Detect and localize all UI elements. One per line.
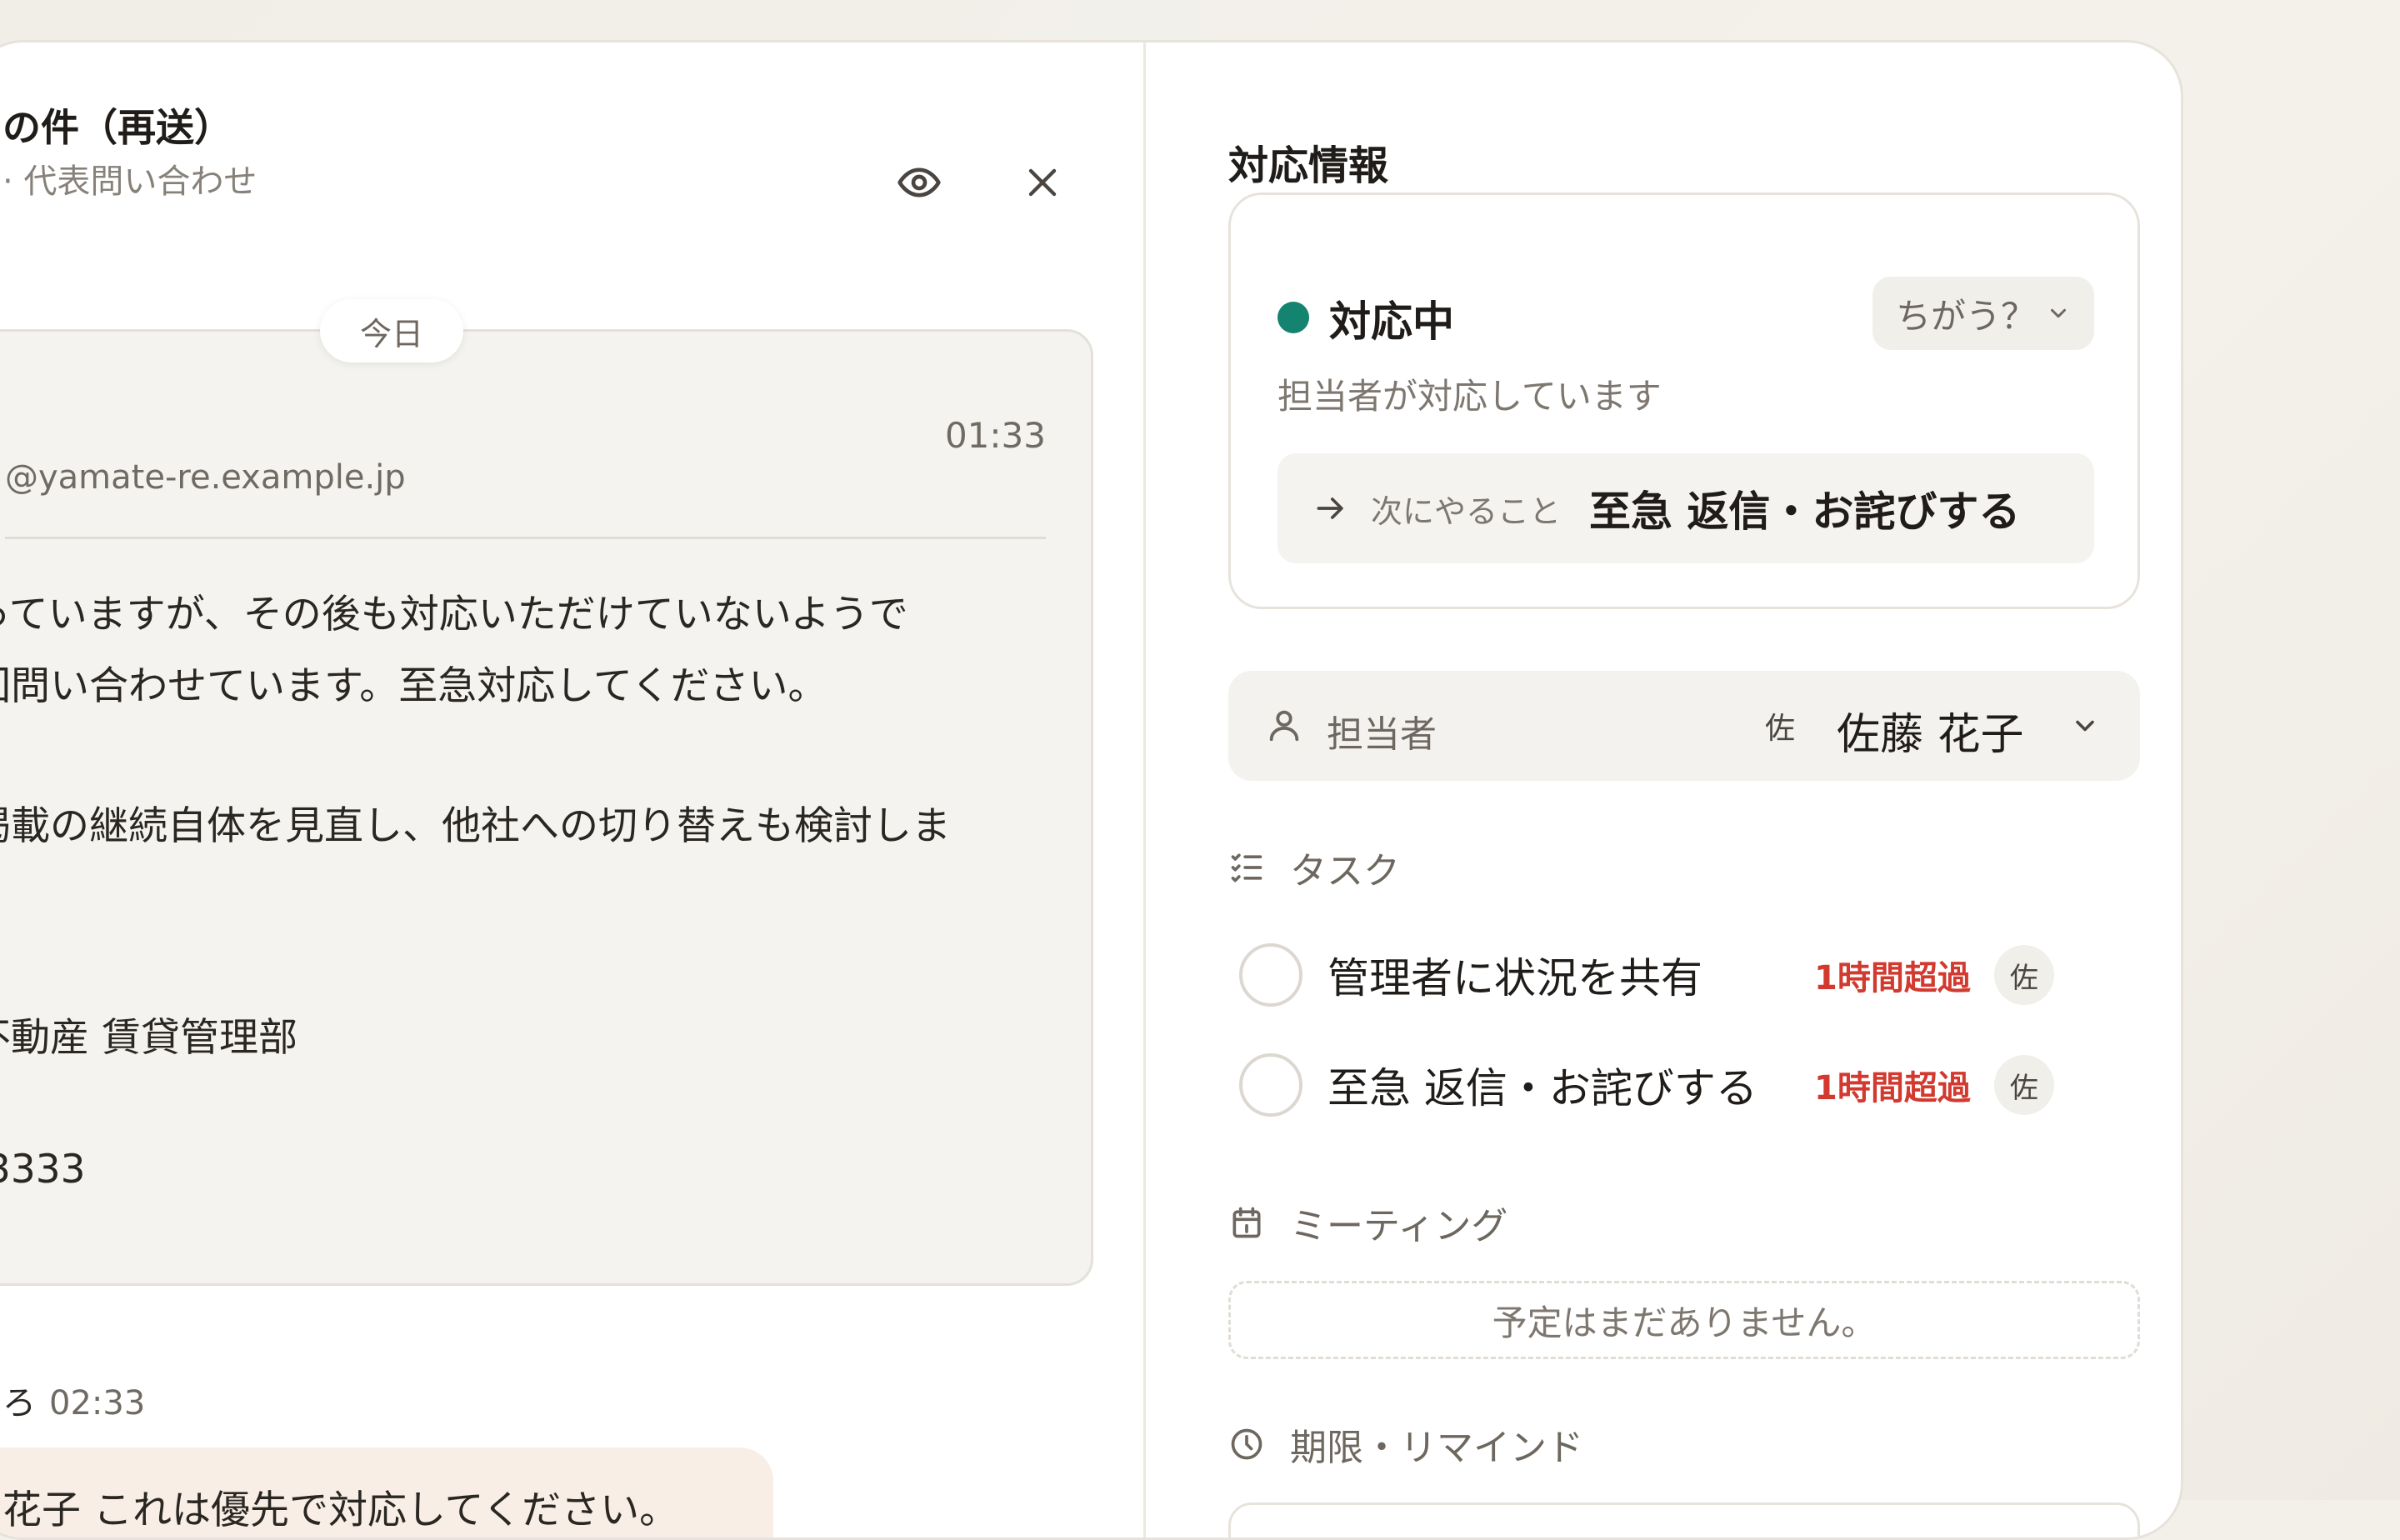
calendar-icon	[1232, 1207, 1261, 1238]
task-item: 至急 返信・お詫びする 1時間超過 佐	[1239, 1048, 2122, 1122]
chevron-down-icon	[2076, 720, 2094, 732]
next-action-value: 至急 返信・お詫びする	[1589, 488, 2021, 536]
thread-subtitle: · 代表問い合わせ	[2, 162, 258, 201]
message-time: 01:33	[944, 415, 1046, 456]
message-divider	[5, 537, 1046, 539]
message-body-line: 不動産 賃貸管理部	[0, 1015, 298, 1061]
task-item: 管理者に状況を共有 1時間超過 佐	[1239, 938, 2122, 1012]
deadline-heading: 期限・リマインド	[1228, 1418, 1583, 1471]
close-icon	[1028, 168, 1057, 197]
tasks-heading: タスク	[1228, 841, 1400, 894]
task-assignee-avatar: 佐	[1993, 945, 2054, 1005]
close-button[interactable]	[1011, 151, 1074, 214]
chevron-down-icon	[2051, 308, 2066, 318]
status-dot	[1278, 302, 1309, 333]
message-sender: @yamate-re.example.jp	[5, 458, 406, 497]
meetings-empty-state: 予定はまだありません。	[1228, 1281, 2140, 1359]
message-body-line: 回問い合わせています。至急対応してください。	[0, 663, 828, 709]
assignee-label: 担当者	[1327, 713, 1437, 756]
person-icon	[1269, 710, 1299, 742]
conversation-panel: の件（再送） · 代表問い合わせ 今日 01:33 @yamate-re.exa…	[0, 40, 2183, 1540]
task-name[interactable]: 管理者に状況を共有	[1328, 945, 1811, 1005]
clock-icon	[1231, 1428, 1262, 1460]
day-separator: 今日	[320, 299, 463, 362]
task-assignee-avatar: 佐	[1993, 1055, 2054, 1115]
panel-divider	[1143, 42, 1146, 1538]
status-card: 対応中 ちがう？ 担当者が対応しています 次にやること 至急 返信・お詫びする	[1228, 192, 2140, 609]
note-author-icon: ろ	[2, 1384, 36, 1422]
note-time: 02:33	[49, 1384, 146, 1422]
checklist-icon	[1231, 853, 1262, 882]
next-action-box[interactable]: 次にやること 至急 返信・お詫びする	[1278, 453, 2094, 563]
email-message-card: 01:33 @yamate-re.example.jp っていますが、その後も対…	[0, 329, 1093, 1286]
status-change-button[interactable]: ちがう？	[1872, 277, 2094, 350]
task-overdue-badge: 1時間超過	[1814, 1069, 1971, 1108]
watch-button[interactable]	[888, 151, 951, 214]
deadline-card[interactable]	[1228, 1502, 2140, 1538]
task-overdue-badge: 1時間超過	[1814, 959, 1971, 998]
next-action-label: 次にやること	[1371, 492, 1562, 530]
assignee-name: 佐藤 花子	[1837, 710, 2024, 760]
message-body-line: -3333	[0, 1147, 86, 1192]
task-name[interactable]: 至急 返信・お詫びする	[1328, 1055, 1811, 1115]
status-change-label: ちがう？	[1895, 295, 2036, 337]
tasks-heading-label: タスク	[1290, 850, 1400, 892]
message-body-line: っていますが、その後も対応いただけていないようで	[0, 592, 908, 638]
internal-note-meta: ろ 02:33	[2, 1376, 145, 1424]
eye-icon	[898, 168, 941, 198]
meetings-heading: ミーティング	[1228, 1196, 1508, 1249]
arrow-right-icon	[1317, 498, 1343, 519]
status-label: 対応中	[1329, 298, 1454, 346]
internal-note-text: 花子 これは優先で対応してください。	[2, 1488, 679, 1533]
assignee-selector[interactable]: 担当者 佐 佐藤 花子	[1228, 671, 2140, 781]
task-checkbox[interactable]	[1239, 1053, 1302, 1117]
assignee-avatar: 佐	[1765, 712, 1796, 746]
status-description: 担当者が対応しています	[1278, 376, 1662, 417]
thread-title: の件（再送）	[2, 105, 232, 150]
meetings-heading-label: ミーティング	[1290, 1205, 1508, 1248]
task-checkbox[interactable]	[1239, 943, 1302, 1007]
message-body-line: 掲載の継続自体を見直し、他社への切り替えも検討しま	[0, 803, 951, 849]
side-panel-title: 対応情報	[1228, 142, 1389, 189]
deadline-heading-label: 期限・リマインド	[1290, 1427, 1583, 1469]
